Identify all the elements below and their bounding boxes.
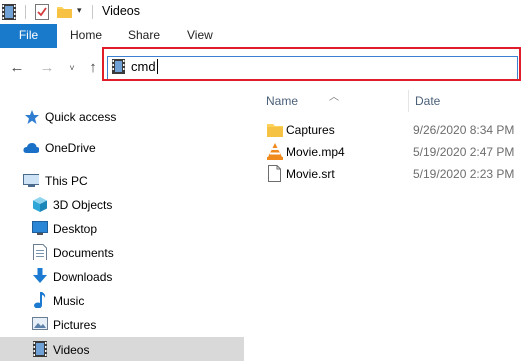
vlc-icon [267,143,283,160]
sidebar-item-quick-access[interactable]: Quick access [0,105,244,129]
customize-quick-access-icon[interactable]: ▾ [77,5,82,16]
back-button[interactable]: ← [7,58,27,78]
file-row[interactable]: Movie.mp4 5/19/2020 2:47 PM [262,141,524,163]
file-row[interactable]: Movie.srt 5/19/2020 2:23 PM [262,163,524,185]
window-title: Videos [102,4,140,18]
sidebar-item-onedrive[interactable]: OneDrive [0,136,244,160]
up-button[interactable]: ↑ [83,58,103,78]
address-highlight-box [102,47,521,81]
sidebar-label: Pictures [53,318,97,332]
column-header-date[interactable]: Date [415,94,440,108]
sidebar-item-music[interactable]: Music [0,289,244,313]
sidebar-item-videos[interactable]: Videos [0,337,244,361]
folder-icon [267,124,283,137]
forward-button[interactable]: → [37,58,57,78]
recent-locations-button[interactable]: ˅ [62,58,82,78]
desktop-icon [32,221,48,235]
file-name: Movie.srt [286,167,335,181]
file-date: 9/26/2020 8:34 PM [413,123,515,137]
file-date: 5/19/2020 2:23 PM [413,167,515,181]
sidebar-item-3d-objects[interactable]: 3D Objects [0,193,244,217]
tab-home[interactable]: Home [70,24,102,48]
sidebar-item-this-pc[interactable]: This PC [0,169,244,193]
properties-icon[interactable] [35,4,49,20]
videos-app-icon[interactable] [2,4,16,20]
quick-access-separator [25,5,26,19]
tab-view[interactable]: View [187,24,213,48]
pictures-icon [32,317,48,330]
documents-icon [33,244,47,260]
sidebar-label: Music [53,294,85,308]
computer-icon [23,174,39,187]
download-arrow-icon [33,268,47,283]
tab-file[interactable]: File [0,24,57,48]
sidebar-item-documents[interactable]: Documents [0,241,244,265]
sidebar-label: Videos [53,343,90,357]
3d-objects-icon [33,197,47,212]
text-file-icon [268,165,281,182]
star-icon [25,110,39,124]
sidebar-item-downloads[interactable]: Downloads [0,265,244,289]
column-header-name[interactable]: Name [266,94,298,108]
sidebar-label: Downloads [53,270,113,284]
file-name: Captures [286,123,335,137]
title-bar: ▾ Videos [0,0,524,24]
sidebar-item-pictures[interactable]: Pictures [0,313,244,337]
sort-ascending-icon: ︿ [329,92,339,103]
file-row[interactable]: Captures 9/26/2020 8:34 PM [262,119,524,141]
sidebar-label: OneDrive [45,141,96,155]
music-note-icon [34,292,46,308]
cloud-icon [23,143,39,153]
sidebar-label: This PC [45,174,88,188]
sidebar-label: Documents [53,246,114,260]
new-folder-icon[interactable] [57,5,72,18]
column-divider[interactable] [408,90,409,112]
videos-icon [33,341,47,357]
sidebar-label: Desktop [53,222,98,236]
sidebar-label: Quick access [45,110,117,124]
sidebar-item-desktop[interactable]: Desktop [0,217,244,241]
sidebar-label: 3D Objects [53,198,113,212]
file-date: 5/19/2020 2:47 PM [413,145,515,159]
tab-share[interactable]: Share [128,24,160,48]
title-separator [92,5,93,19]
file-name: Movie.mp4 [286,145,345,159]
